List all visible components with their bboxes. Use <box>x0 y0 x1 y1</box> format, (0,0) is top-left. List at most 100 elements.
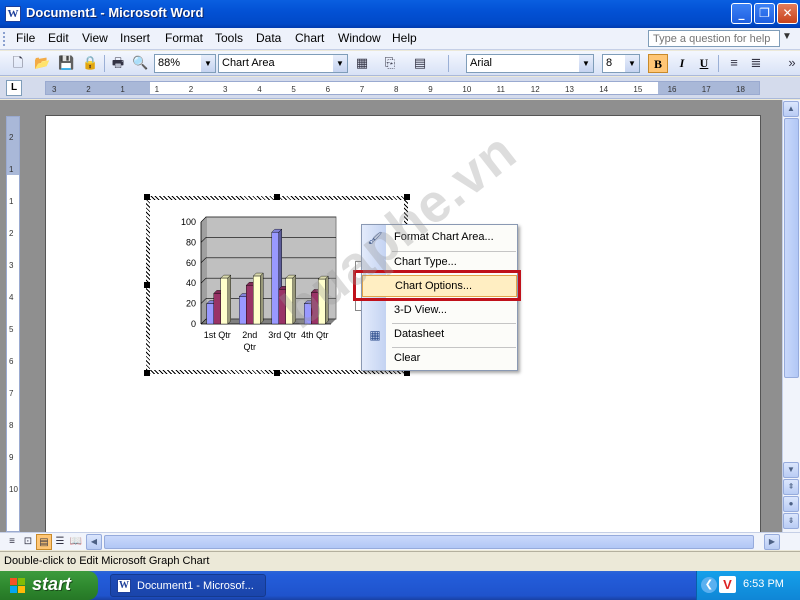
vruler-label: 5 <box>9 325 14 334</box>
menu-item-label: 3-D View... <box>394 304 447 316</box>
scroll-up-icon[interactable]: ▲ <box>783 101 799 117</box>
bold-button[interactable]: B <box>648 54 668 73</box>
clock: 6:53 PM <box>743 578 784 590</box>
resize-handle-left[interactable] <box>144 282 150 288</box>
chart-objects-dropdown-icon[interactable]: ▼ <box>333 55 347 72</box>
word-app-icon[interactable]: W <box>5 6 21 22</box>
permission-icon[interactable]: 🔒 <box>82 55 98 71</box>
ruler-label: 9 <box>428 85 433 94</box>
task-label: Document1 - Microsof... <box>137 580 254 592</box>
font-size-dropdown-icon[interactable]: ▼ <box>625 55 639 72</box>
next-page-icon[interactable]: ⇟ <box>783 513 799 529</box>
menu-format[interactable]: Format <box>165 31 203 45</box>
close-button[interactable]: ✕ <box>777 3 798 24</box>
zoom-dropdown-icon[interactable]: ▼ <box>201 55 215 72</box>
scroll-right-icon[interactable]: ▶ <box>764 534 780 550</box>
horizontal-ruler[interactable]: 3 2 1 1 2 3 4 5 6 7 8 9 10 11 12 13 14 15 16 17 18 <box>45 81 760 95</box>
restore-button[interactable]: ❐ <box>754 3 775 24</box>
ask-question-input[interactable] <box>648 30 780 47</box>
tab-selector[interactable]: L <box>6 80 22 96</box>
ruler-label: 3 <box>52 85 57 94</box>
ruler-label: 13 <box>565 85 574 94</box>
start-button[interactable]: start <box>0 571 98 600</box>
font-size-combo[interactable]: 8 ▼ <box>602 54 640 73</box>
resize-handle-bottom[interactable] <box>274 370 280 376</box>
outline-view-icon[interactable]: ☰ <box>52 534 68 550</box>
vruler-label: 8 <box>9 421 14 430</box>
resize-handle-top[interactable] <box>274 194 280 200</box>
vruler-label: 10 <box>9 485 18 494</box>
status-text: Double-click to Edit Microsoft Graph Cha… <box>4 555 210 567</box>
bar <box>213 293 221 325</box>
datasheet-toolbar-icon[interactable]: ▤ <box>412 55 428 71</box>
import-file-icon[interactable]: ⎘ <box>382 55 398 71</box>
resize-handle-bottom-left[interactable] <box>144 370 150 376</box>
zoom-combo[interactable]: 88% ▼ <box>154 54 216 73</box>
save-icon[interactable]: 💾 <box>58 55 74 71</box>
print-preview-icon[interactable]: 🔍 <box>132 55 148 71</box>
menu-window[interactable]: Window <box>338 31 381 45</box>
show-hidden-icons-icon[interactable]: ❮ <box>701 577 717 593</box>
ruler-row: L 3 2 1 1 2 3 4 5 6 7 8 9 10 11 12 13 14 15 16 17 18 <box>0 77 800 99</box>
italic-button[interactable]: I <box>672 54 692 73</box>
bar-side <box>227 274 231 325</box>
select-browse-object-icon[interactable]: ● <box>783 496 799 512</box>
menu-edit[interactable]: Edit <box>48 31 69 45</box>
scroll-left-icon[interactable]: ◀ <box>86 534 102 550</box>
vruler-label: 1 <box>9 165 14 174</box>
underline-button[interactable]: U <box>694 54 714 73</box>
web-layout-view-icon[interactable]: ⊡ <box>20 534 36 550</box>
ruler-label: 7 <box>359 85 365 94</box>
vertical-scrollbar[interactable]: ▲ ▼ ⇞ ● ⇟ <box>782 100 800 532</box>
status-bar: Double-click to Edit Microsoft Graph Cha… <box>0 551 800 571</box>
taskbar-word-document[interactable]: W Document1 - Microsof... <box>110 574 266 597</box>
menu-help[interactable]: Help <box>392 31 417 45</box>
menu-file[interactable]: File <box>16 31 35 45</box>
ask-question-dropdown-icon[interactable]: ▼ <box>782 31 792 42</box>
vertical-ruler[interactable]: 2 1 1 2 3 4 5 6 7 8 9 10 <box>6 116 20 532</box>
menu-item-3d-view[interactable]: 3-D View... <box>362 300 517 322</box>
menu-data[interactable]: Data <box>256 31 281 45</box>
open-folder-icon[interactable]: 📂 <box>34 55 50 71</box>
menu-view[interactable]: View <box>82 31 108 45</box>
menu-item-datasheet[interactable]: ▦ Datasheet <box>362 324 517 346</box>
vertical-scroll-thumb[interactable] <box>784 118 799 378</box>
previous-page-icon[interactable]: ⇞ <box>783 479 799 495</box>
menu-tools[interactable]: Tools <box>215 31 243 45</box>
minimize-button[interactable]: _ <box>731 3 752 24</box>
scroll-down-icon[interactable]: ▼ <box>783 462 799 478</box>
ruler-label: 2 <box>86 85 91 94</box>
bar <box>206 303 214 325</box>
format-selected-object-icon[interactable]: ▦ <box>354 55 370 71</box>
windows-logo-icon <box>10 578 26 594</box>
ruler-label: 14 <box>599 85 609 94</box>
horizontal-scroll-thumb[interactable] <box>104 535 754 549</box>
vruler-label: 1 <box>9 197 14 206</box>
print-icon[interactable]: 🖶 <box>110 55 126 71</box>
normal-view-icon[interactable]: ≡ <box>4 534 20 550</box>
align-left-icon[interactable]: ≡ <box>726 55 742 71</box>
font-dropdown-icon[interactable]: ▼ <box>579 55 593 72</box>
toolbar-separator <box>718 55 719 72</box>
ruler-label: 2 <box>188 85 194 94</box>
font-combo[interactable]: Arial ▼ <box>466 54 594 73</box>
resize-handle-top-left[interactable] <box>144 194 150 200</box>
menu-insert[interactable]: Insert <box>120 31 150 45</box>
menu-item-clear[interactable]: Clear <box>362 348 517 370</box>
menu-chart[interactable]: Chart <box>295 31 324 45</box>
reading-layout-view-icon[interactable]: 📖 <box>68 534 84 550</box>
toolbar-separator <box>448 55 449 72</box>
menubar-grip-icon[interactable] <box>3 32 6 46</box>
datasheet-icon: ▦ <box>369 328 381 342</box>
font-value: Arial <box>470 57 493 69</box>
ruler-label: 3 <box>223 85 228 94</box>
title-bar: W Document1 - Microsoft Word _ ❐ ✕ <box>0 0 800 28</box>
new-document-icon[interactable]: 🗋 <box>10 55 26 71</box>
ruler-label: 17 <box>701 85 711 94</box>
center-align-icon[interactable]: ≣ <box>748 55 764 71</box>
print-layout-view-icon[interactable]: ▤ <box>36 534 52 550</box>
tray-app-icon[interactable]: V <box>719 576 736 593</box>
toolbar-options-icon[interactable]: » <box>784 55 800 71</box>
chart-objects-combo[interactable]: Chart Area ▼ <box>218 54 348 73</box>
ruler-label: 8 <box>394 85 399 94</box>
